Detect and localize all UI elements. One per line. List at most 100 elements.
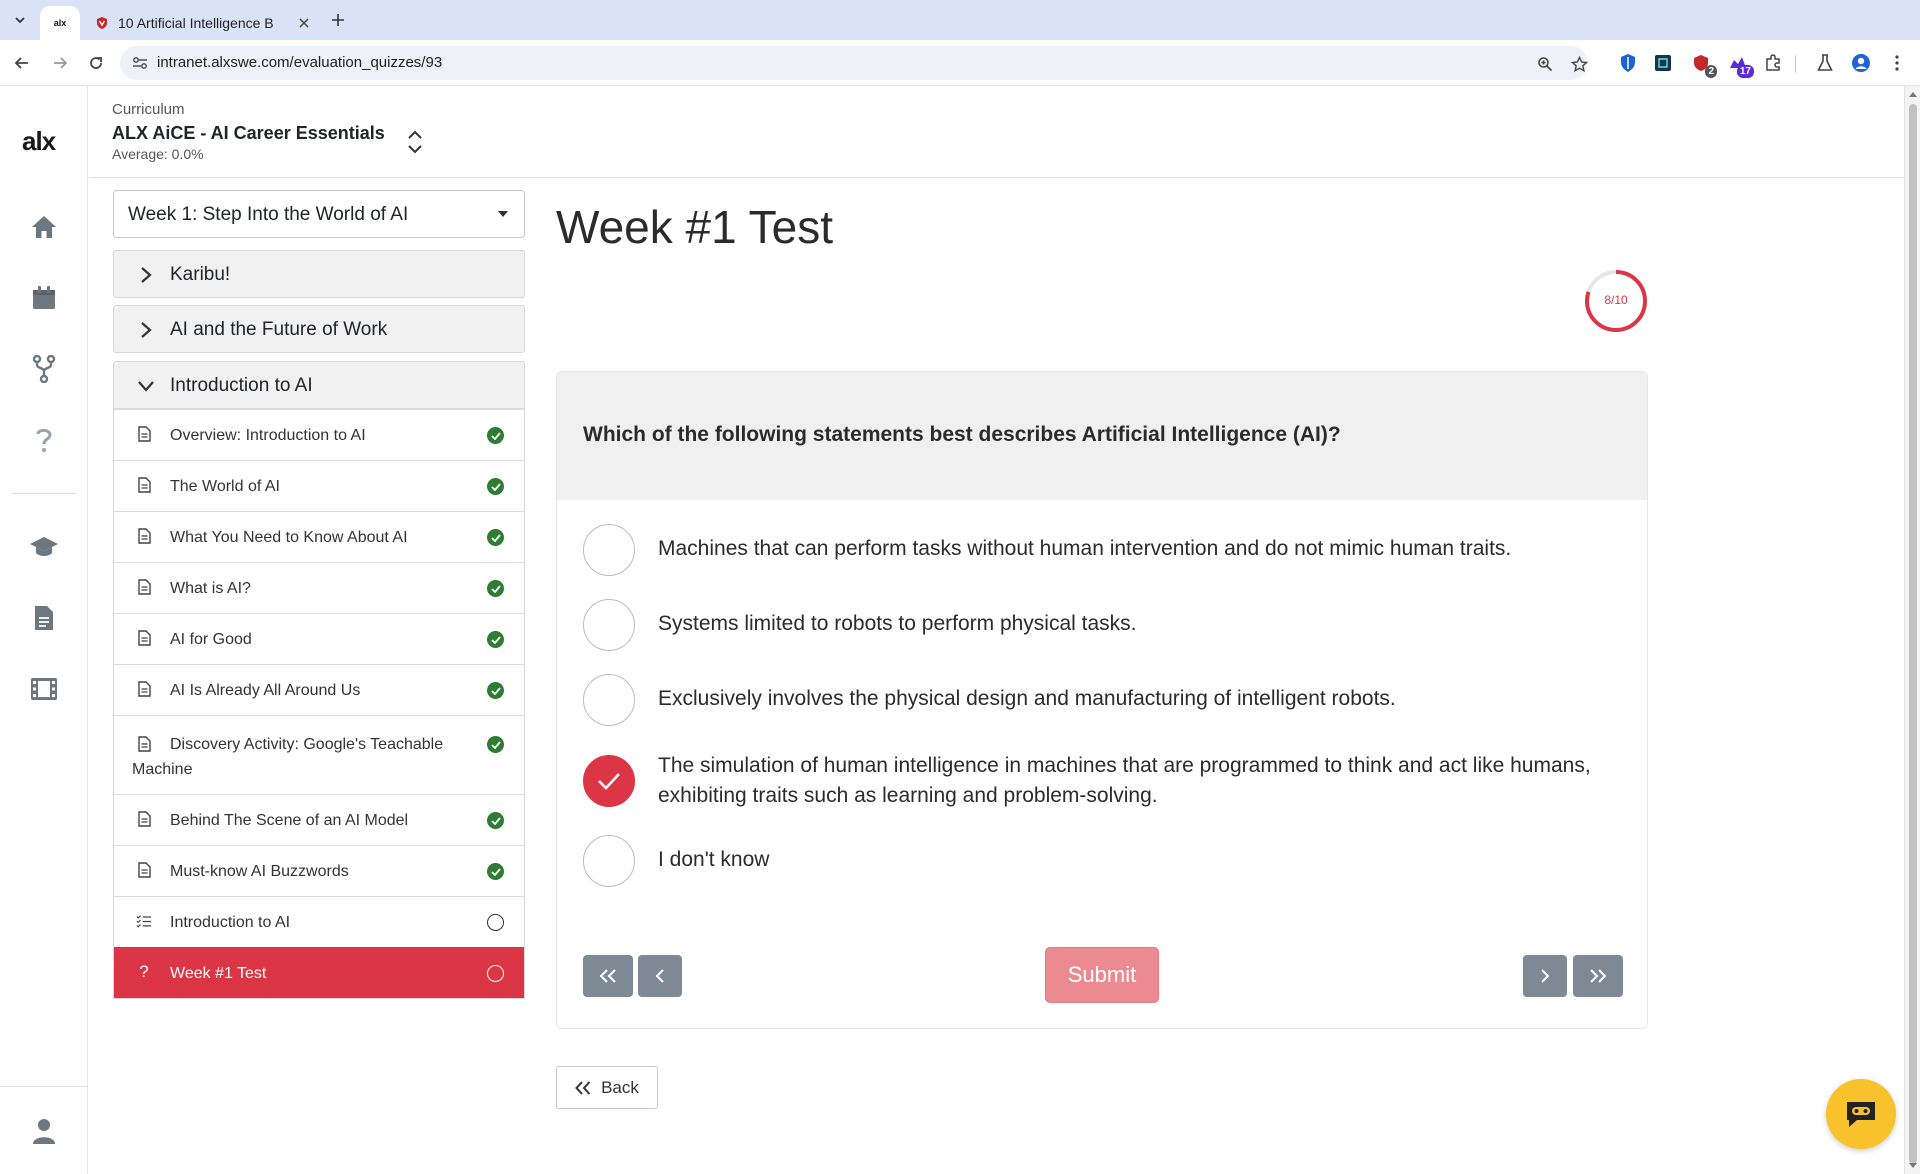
kebab-menu-icon[interactable] <box>1886 52 1908 74</box>
check-circle-icon <box>487 427 504 444</box>
lesson-item[interactable]: Discovery Activity: Google's Teachable M… <box>114 715 524 794</box>
lesson-label: Introduction to AI <box>170 914 291 931</box>
close-tab-icon[interactable] <box>296 15 312 31</box>
document-icon <box>136 629 152 647</box>
puzzle-icon[interactable] <box>1762 52 1784 74</box>
chevron-left-icon <box>655 969 664 983</box>
lesson-item[interactable]: AI for Good <box>114 613 524 664</box>
shield-extension-icon[interactable] <box>1617 52 1639 74</box>
extension-badge: 17 <box>1736 65 1754 78</box>
extension-purple-icon[interactable]: 17 <box>1727 52 1754 78</box>
chevron-right-icon <box>136 265 156 285</box>
extension-badge: 2 <box>1705 65 1717 78</box>
curriculum-switch-chevron-icon[interactable] <box>404 128 426 156</box>
double-chevron-left-icon <box>599 969 616 983</box>
section-introduction-to-ai[interactable]: Introduction to AI <box>113 361 525 409</box>
empty-circle-icon <box>487 914 504 931</box>
help-icon[interactable] <box>29 425 59 455</box>
home-icon[interactable] <box>29 212 59 242</box>
lesson-item[interactable]: Behind The Scene of an AI Model <box>114 794 524 845</box>
first-question-button[interactable] <box>583 955 633 997</box>
lesson-label: Behind The Scene of an AI Model <box>170 812 409 829</box>
chevron-down-icon <box>136 376 156 396</box>
toolbar-divider <box>1795 55 1796 73</box>
address-bar[interactable]: intranet.alxswe.com/evaluation_quizzes/9… <box>120 46 1588 80</box>
submit-button[interactable]: Submit <box>1045 947 1159 1003</box>
grid-extension-icon[interactable] <box>1652 52 1674 74</box>
curriculum-label: Curriculum <box>112 101 185 118</box>
user-icon[interactable] <box>29 1116 59 1146</box>
document-icon <box>136 810 152 828</box>
lesson-item-active[interactable]: ? Week #1 Test <box>114 947 524 998</box>
scroll-down-arrow-icon[interactable] <box>1909 1163 1917 1168</box>
app-nav-rail: alx <box>0 86 88 1174</box>
lesson-label: Overview: Introduction to AI <box>170 427 366 444</box>
radio-button[interactable] <box>583 835 635 887</box>
back-arrow-icon[interactable] <box>10 51 34 75</box>
shield-favicon <box>94 15 110 31</box>
lesson-item[interactable]: What is AI? <box>114 562 524 613</box>
document-icon[interactable] <box>29 603 59 633</box>
reload-icon[interactable] <box>84 51 108 75</box>
chevron-right-icon <box>1541 969 1550 983</box>
section-karibu[interactable]: Karibu! <box>113 250 525 298</box>
alx-logo[interactable]: alx <box>22 126 56 157</box>
next-question-button[interactable] <box>1523 955 1567 997</box>
lesson-item[interactable]: Must-know AI Buzzwords <box>114 845 524 896</box>
back-button-label: Back <box>601 1077 639 1097</box>
radio-button[interactable] <box>583 524 635 576</box>
caret-down-icon <box>498 211 508 217</box>
scrollbar-thumb[interactable] <box>1909 104 1917 1164</box>
quiz-progress-label: 8/10 <box>1604 293 1628 307</box>
checklist-icon <box>136 912 152 930</box>
scroll-up-arrow-icon[interactable] <box>1909 92 1917 97</box>
document-icon <box>136 578 152 596</box>
calendar-icon[interactable] <box>29 283 59 313</box>
lesson-item[interactable]: Overview: Introduction to AI <box>114 409 524 460</box>
lesson-item[interactable]: What You Need to Know About AI <box>114 511 524 562</box>
tab-title: 10 Artificial Intelligence B <box>118 15 274 31</box>
rail-divider <box>0 1086 88 1087</box>
section-label: AI and the Future of Work <box>170 319 388 340</box>
radio-button[interactable] <box>583 599 635 651</box>
week-select[interactable]: Week 1: Step Into the World of AI <box>113 190 525 238</box>
lesson-item[interactable]: Introduction to AI <box>114 896 524 947</box>
radio-button-checked[interactable] <box>583 755 635 807</box>
forward-arrow-icon[interactable] <box>48 51 72 75</box>
film-icon[interactable] <box>29 674 59 704</box>
page-title: Week #1 Test <box>556 201 834 253</box>
chat-bot-icon <box>1847 1102 1875 1127</box>
profile-icon[interactable] <box>1850 52 1872 74</box>
page-scrollbar[interactable] <box>1904 86 1920 1174</box>
security-extension-icon[interactable]: 2 <box>1690 52 1717 78</box>
browser-tab-alx[interactable]: alx <box>40 6 80 40</box>
previous-question-button[interactable] <box>638 955 682 997</box>
question-header: Which of the following statements best d… <box>557 372 1647 500</box>
bookmark-star-icon[interactable] <box>1570 55 1588 73</box>
graduation-cap-icon[interactable] <box>29 532 59 562</box>
new-tab-plus-icon[interactable] <box>326 8 350 32</box>
check-circle-icon <box>487 812 504 829</box>
answer-text: Exclusively involves the physical design… <box>658 687 1396 710</box>
lesson-item[interactable]: The World of AI <box>114 460 524 511</box>
tab-search-chevron-icon[interactable] <box>8 8 32 32</box>
chat-support-button[interactable] <box>1826 1079 1896 1149</box>
answer-text: I don't know <box>658 848 770 871</box>
labs-flask-icon[interactable] <box>1814 52 1836 74</box>
browser-toolbar: intranet.alxswe.com/evaluation_quizzes/9… <box>0 40 1920 86</box>
site-settings-icon[interactable] <box>132 55 148 71</box>
double-chevron-right-icon <box>1590 969 1607 983</box>
check-circle-icon <box>487 580 504 597</box>
browser-tab-article[interactable]: 10 Artificial Intelligence B <box>84 6 322 40</box>
zoom-icon[interactable] <box>1536 55 1554 73</box>
section-ai-future-of-work[interactable]: AI and the Future of Work <box>113 305 525 353</box>
lesson-item[interactable]: AI Is Already All Around Us <box>114 664 524 715</box>
back-button[interactable]: Back <box>556 1066 658 1109</box>
radio-button[interactable] <box>583 674 635 726</box>
question-icon: ? <box>139 962 149 981</box>
lesson-label: What is AI? <box>170 580 251 597</box>
lesson-label: Must-know AI Buzzwords <box>170 863 349 880</box>
check-circle-icon <box>487 478 504 495</box>
git-fork-icon[interactable] <box>29 354 59 384</box>
last-question-button[interactable] <box>1573 955 1623 997</box>
